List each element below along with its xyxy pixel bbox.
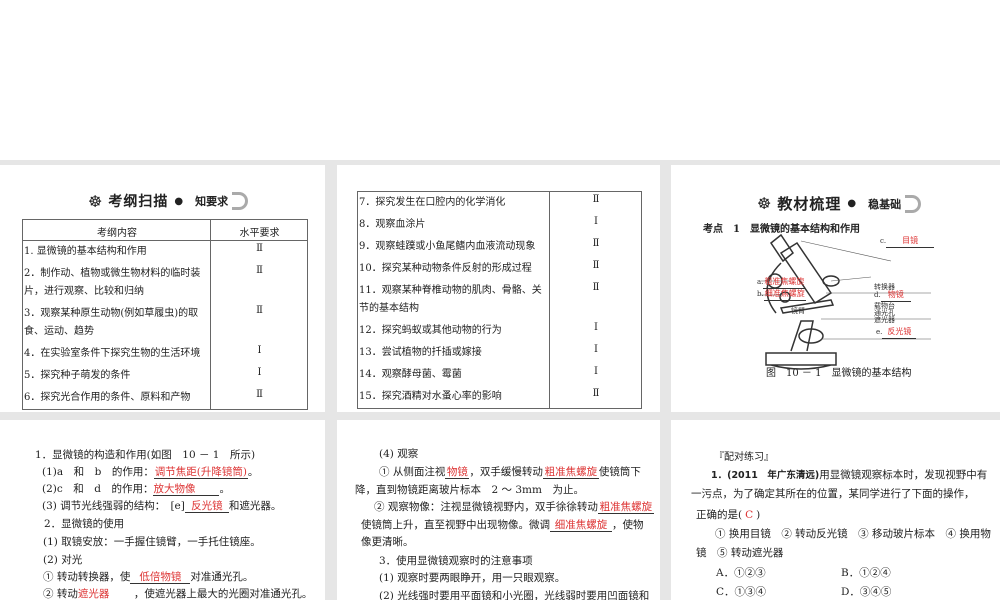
answer-blank: 放大物像 — [153, 483, 220, 496]
row-text: 2．制作动、植物或微生物材料的临时装 — [24, 268, 201, 279]
table-row: 11．观察某种脊椎动物的肌肉、骨骼、关 节的基本结构 Ⅱ — [358, 280, 642, 320]
table-row: 9．观察蛙蹼或小鱼尾鳍内血液流动现象 Ⅱ — [358, 236, 642, 258]
level: Ⅰ — [549, 342, 642, 364]
row-text: 11．观察某种脊椎动物的肌肉、骨骼、关 — [359, 285, 542, 296]
answer: C — [745, 509, 754, 521]
slide-microscope-use[interactable]: (4) 观察 ① 从侧面注视 物镜 ，双手缓慢转动 粗准焦螺旋 使镜筒下 降，直到物镜距… — [337, 420, 660, 600]
row-text: 12．探究蚂蚁或其他动物的行为 — [359, 325, 502, 336]
table-row: 4．在实验室条件下探究生物的生活环境 Ⅰ — [23, 343, 308, 365]
level: Ⅱ — [549, 258, 642, 280]
level: Ⅰ — [210, 343, 308, 365]
level: Ⅱ — [549, 191, 642, 214]
table-row: 12．探究蚂蚁或其他动物的行为 Ⅰ — [358, 320, 642, 342]
table-row: 13．尝试植物的扦插或嫁接 Ⅰ — [358, 342, 642, 364]
table-row: 2．制作动、植物或微生物材料的临时装 片，进行观察、比较和归纳 Ⅱ — [23, 263, 308, 303]
level: Ⅱ — [549, 280, 642, 320]
level: Ⅱ — [549, 386, 642, 409]
row-text: 13．尝试植物的扦插或嫁接 — [359, 347, 482, 358]
answer-blank: 物镜 — [445, 466, 470, 479]
blank-top-area — [0, 0, 1000, 160]
answer-blank: 调节焦距(升降镜筒) — [153, 466, 248, 479]
row-text: 8．观察血涂片 — [359, 219, 426, 230]
label-eyepiece: 目镜 — [886, 235, 935, 248]
slide-textbook-review[interactable]: ☸ 教材梳理 ● 稳基础 考点 1 显微镜的基本结构和作用 c. 目镜 a.粗准焦螺… — [671, 165, 1000, 412]
label-fine-focus: 细准焦螺旋 — [763, 288, 806, 301]
row-text: 3．观察某种原生动物(例如草履虫)的取 — [24, 308, 199, 319]
label-arm: 镜臂 — [791, 307, 805, 315]
level: Ⅰ — [549, 320, 642, 342]
option-c[interactable]: C．①③④ — [716, 584, 766, 599]
syllabus-table: 考纲内容 水平要求 1. 显微镜的基本结构和作用 Ⅱ 2．制作动、植物或微生物材料的临… — [22, 219, 308, 410]
helm-icon: ☸ — [88, 191, 103, 211]
figure-caption: 图 10 － 1 显微镜的基本结构 — [766, 368, 912, 379]
microscope-diagram — [761, 233, 931, 370]
level: Ⅰ — [549, 214, 642, 236]
table-row: 8．观察血涂片 Ⅰ — [358, 214, 642, 236]
answer-blank: 低倍物镜 — [130, 571, 191, 584]
section-banner: ☸ 教材梳理 ● 稳基础 — [757, 193, 922, 214]
option-a[interactable]: A．①②③ — [716, 565, 766, 580]
slide-syllabus-1[interactable]: ☸ 考纲扫描 ● 知要求 考纲内容 水平要求 1. 显微镜的基本结构和作用 Ⅱ 2．制作… — [0, 165, 325, 412]
helm-icon: ☸ — [757, 194, 772, 213]
slide-microscope-structure[interactable]: 1．显微镜的构造和作用(如图 10 － 1 所示) (1)a 和 b 的作用：调… — [0, 420, 325, 600]
answer-blank: 反光镜 — [184, 500, 229, 513]
level: Ⅰ — [549, 364, 642, 386]
exercise-title: 『配对练习』 — [714, 452, 774, 463]
table-row: 15．探究酒精对水蚤心率的影响 Ⅱ — [358, 386, 642, 409]
answer-blank: 粗准焦螺旋 — [542, 466, 599, 479]
row-text: 14．观察酵母菌、霉菌 — [359, 369, 462, 380]
level: Ⅰ — [210, 365, 308, 387]
table-row: 7．探究发生在口腔内的化学消化 Ⅱ — [358, 191, 642, 214]
level: Ⅱ — [210, 303, 308, 343]
row-text: 15．探究酒精对水蚤心率的影响 — [359, 391, 502, 402]
row-text: 6．探究光合作用的条件、原料和产物 — [24, 392, 191, 403]
table-row: 5．探究种子萌发的条件 Ⅰ — [23, 365, 308, 387]
table-row: 10．探究某种动物条件反射的形成过程 Ⅱ — [358, 258, 642, 280]
level: Ⅱ — [210, 263, 308, 303]
level: Ⅱ — [210, 387, 308, 410]
label-mirror: 反光镜 — [882, 326, 917, 339]
row-text: 10．探究某种动物条件反射的形成过程 — [359, 263, 532, 274]
answer-blank: 细准焦螺旋 — [550, 519, 612, 532]
table-row: 3．观察某种原生动物(例如草履虫)的取 食、运动、趋势 Ⅱ — [23, 303, 308, 343]
option-d[interactable]: D．③④⑤ — [841, 584, 891, 599]
row-text: 9．观察蛙蹼或小鱼尾鳍内血液流动现象 — [359, 241, 536, 252]
row-text: 4．在实验室条件下探究生物的生活环境 — [24, 348, 201, 359]
row-text: 5．探究种子萌发的条件 — [24, 370, 131, 381]
answer-blank: 遮光器 — [78, 588, 134, 600]
row-text: 节的基本结构 — [359, 303, 419, 314]
slide-matching-exercise[interactable]: 『配对练习』 1．(2011 年广东清远)用显微镜观察标本时，发现视野中有 一污… — [671, 420, 1000, 600]
table-row: 6．探究光合作用的条件、原料和产物 Ⅱ — [23, 387, 308, 410]
row-text: 1. 显微镜的基本结构和作用 — [24, 246, 147, 257]
section-banner: ☸ 考纲扫描 ● 知要求 — [88, 191, 249, 211]
level: Ⅱ — [549, 236, 642, 258]
answer-blank: 粗准焦螺旋 — [597, 501, 654, 514]
table-row: 14．观察酵母菌、霉菌 Ⅰ — [358, 364, 642, 386]
option-b[interactable]: B．①②④ — [841, 565, 891, 580]
row-text: 食、运动、趋势 — [24, 326, 94, 337]
table-row: 1. 显微镜的基本结构和作用 Ⅱ — [23, 240, 308, 263]
label-diaphragm: 遮光器 — [874, 316, 895, 324]
slide-syllabus-2[interactable]: 7．探究发生在口腔内的化学消化 Ⅱ 8．观察血涂片 Ⅰ 9．观察蛙蹼或小鱼尾鳍内血液流动… — [337, 165, 660, 412]
syllabus-table-continued: 7．探究发生在口腔内的化学消化 Ⅱ 8．观察血涂片 Ⅰ 9．观察蛙蹼或小鱼尾鳍内血液流动… — [357, 191, 642, 409]
row-text: 片，进行观察、比较和归纳 — [24, 286, 144, 297]
row-text: 7．探究发生在口腔内的化学消化 — [359, 197, 506, 208]
level: Ⅱ — [210, 240, 308, 263]
